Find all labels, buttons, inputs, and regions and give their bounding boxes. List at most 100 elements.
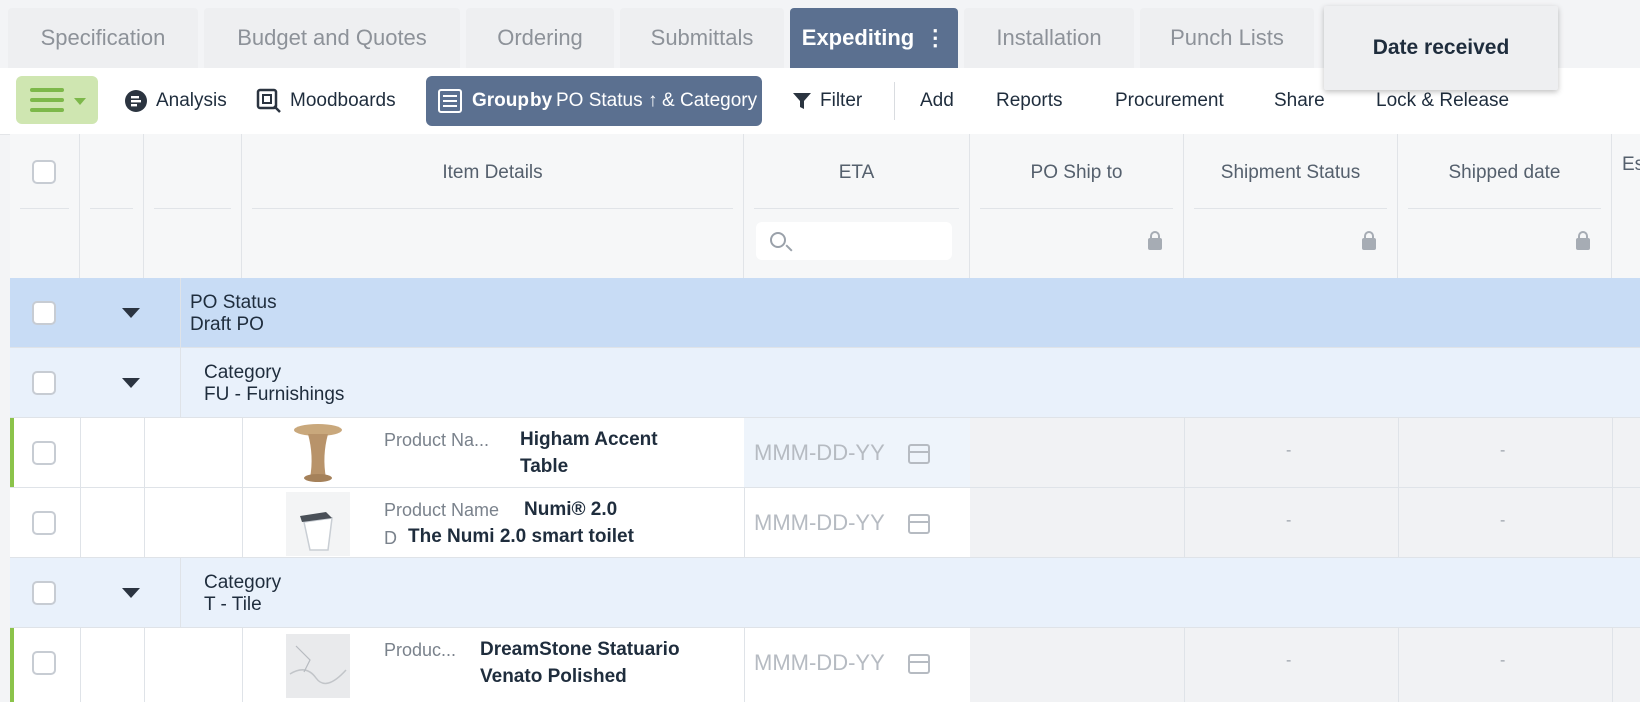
header-select-cell [10,134,80,278]
group-label: Category [204,362,282,383]
filter-label: Filter [820,90,863,111]
product-description-label: D [384,528,397,548]
caret-down-icon[interactable] [122,588,140,598]
shipment-status-value: - [1286,442,1292,459]
header-item-details[interactable]: Item Details [242,134,744,278]
shipped-date-value: - [1500,652,1506,669]
group-value: T - Tile [204,594,262,615]
po-ship-to-cell [970,418,1184,487]
menu-button[interactable] [16,76,98,124]
row-checkbox[interactable] [32,441,56,465]
header-shipped-date[interactable]: Shipped date [1398,134,1612,278]
eta-date-placeholder: MMM-DD-YY [754,650,885,675]
product-name-label: Product Na... [384,430,490,450]
po-ship-to-header: PO Ship to [1030,162,1123,183]
share-button[interactable]: Share [1274,68,1325,134]
next-cell [1612,418,1640,487]
row-checkbox[interactable] [32,511,56,535]
group-row-category[interactable]: Category T - Tile [10,558,1640,628]
product-thumbnail [286,634,350,698]
data-grid: Item Details ETA PO Ship to Shipment Sta… [10,134,1640,702]
analysis-icon [125,89,147,112]
shipped-date-header: Shipped date [1448,162,1561,183]
eta-date-placeholder: MMM-DD-YY [754,440,885,465]
calendar-icon[interactable] [908,444,930,464]
tooltip: Date received [1324,6,1558,90]
row-checkbox[interactable] [32,581,56,605]
toolbar-divider [894,82,895,120]
tab-budget-and-quotes[interactable]: Budget and Quotes [204,8,460,68]
more-vertical-icon[interactable]: ⋮ [924,8,946,68]
calendar-icon[interactable] [908,654,930,674]
next-column-header: Est [1622,154,1640,175]
tab-submittals[interactable]: Submittals [620,8,784,68]
group-label: Group [472,90,529,111]
eta-date-placeholder: MMM-DD-YY [754,510,885,535]
po-ship-to-cell [970,488,1184,557]
product-name-value: Higham Accent [520,429,658,450]
add-button[interactable]: Add [920,68,954,134]
group-by-button[interactable]: Group by PO Status ↑ & Category [426,76,762,126]
tab-installation[interactable]: Installation [964,8,1134,68]
table-row[interactable]: Product Name Numi® 2.0 D The Numi 2.0 sm… [10,488,1640,558]
po-ship-to-cell [970,628,1184,702]
group-label: PO Status [190,292,277,313]
header-next-column[interactable]: Est [1612,134,1640,278]
procurement-button[interactable]: Procurement [1115,68,1224,134]
row-checkbox[interactable] [32,371,56,395]
shipped-date-value: - [1500,442,1506,459]
caret-down-icon[interactable] [122,308,140,318]
row-accent [10,418,14,487]
shipment-status-value: - [1286,512,1292,529]
product-name-value-line2: Venato Polished [480,666,627,687]
group-row-category[interactable]: Category FU - Furnishings [10,348,1640,418]
reports-button[interactable]: Reports [996,68,1063,134]
sort-asc-icon: ↑ [648,90,658,111]
tab-expediting-label: Expediting [801,25,915,50]
moodboards-button[interactable]: Moodboards [256,68,396,134]
group-label: Category [204,572,282,593]
eta-header: ETA [838,162,875,183]
product-description-value: The Numi 2.0 smart toilet [408,526,634,547]
shipped-date-value: - [1500,512,1506,529]
shipment-status-header: Shipment Status [1220,162,1361,183]
lock-icon [1148,231,1162,250]
tab-punch-lists[interactable]: Punch Lists [1140,8,1314,68]
analysis-button[interactable]: Analysis [124,68,227,134]
shipment-status-value: - [1286,652,1292,669]
header-expand-cell [80,134,144,278]
product-name-value: Numi® 2.0 [524,499,618,520]
group-by-word: by [530,90,553,111]
select-all-checkbox[interactable] [32,160,56,184]
eta-search-input[interactable] [756,222,952,260]
header-po-ship-to[interactable]: PO Ship to [970,134,1184,278]
group-list-icon [438,89,462,113]
caret-down-icon[interactable] [122,378,140,388]
item-details-header: Item Details [442,162,543,183]
group-ampersand: & [662,90,675,111]
lock-icon [1362,231,1376,250]
table-row[interactable]: Produc... DreamStone Statuario Venato Po… [10,628,1640,702]
header-eta[interactable]: ETA [744,134,970,278]
table-row[interactable]: Product Na... Higham Accent Table MMM-DD… [10,418,1640,488]
group-value: FU - Furnishings [204,384,345,405]
tab-expediting[interactable]: Expediting ⋮ [790,8,958,68]
row-checkbox[interactable] [32,651,56,675]
filter-button[interactable]: Filter [792,68,862,134]
product-name-label: Product Name [384,500,500,520]
moodboard-icon [256,88,281,113]
header-shipment-status[interactable]: Shipment Status [1184,134,1398,278]
group-row-po-status[interactable]: PO Status Draft PO [10,278,1640,348]
row-accent [10,628,14,702]
product-thumbnail [286,492,350,556]
next-cell [1612,628,1640,702]
row-checkbox[interactable] [32,301,56,325]
tab-specification[interactable]: Specification [8,8,198,68]
tab-ordering[interactable]: Ordering [466,8,614,68]
calendar-icon[interactable] [908,514,930,534]
moodboards-label: Moodboards [290,90,396,111]
next-cell [1612,488,1640,557]
header-blank-cell [144,134,242,278]
group-field-category: Category [680,90,758,111]
product-name-value: DreamStone Statuario [480,639,680,660]
